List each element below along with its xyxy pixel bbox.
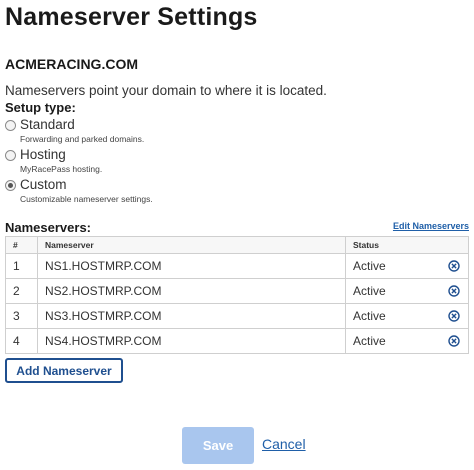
domain-name: ACMERACING.COM xyxy=(5,56,138,72)
setup-option-description: Customizable nameserver settings. xyxy=(20,194,153,204)
table-header-row: # Nameserver Status xyxy=(5,236,469,254)
nameservers-table: # Nameserver Status 1 NS1.HOSTMRP.COM Acti… xyxy=(5,236,469,354)
setup-option-description: Forwarding and parked domains. xyxy=(20,134,145,144)
page-title: Nameserver Settings xyxy=(5,3,258,31)
row-number: 2 xyxy=(5,278,38,304)
nameserver-value: NS2.HOSTMRP.COM xyxy=(37,278,346,304)
status-text: Active xyxy=(353,259,386,273)
status-text: Active xyxy=(353,309,386,323)
nameserver-value: NS1.HOSTMRP.COM xyxy=(37,253,346,279)
nameserver-value: NS4.HOSTMRP.COM xyxy=(37,328,346,354)
table-row: 4 NS4.HOSTMRP.COM Active xyxy=(5,328,469,354)
status-cell: Active xyxy=(345,278,469,304)
setup-option-label: Hosting xyxy=(20,147,66,162)
radio-standard[interactable] xyxy=(5,120,16,131)
row-number: 1 xyxy=(5,253,38,279)
table-row: 2 NS2.HOSTMRP.COM Active xyxy=(5,278,469,304)
radio-custom[interactable] xyxy=(5,180,16,191)
status-text: Active xyxy=(353,334,386,348)
setup-option-label: Custom xyxy=(20,177,67,192)
nameserver-value: NS3.HOSTMRP.COM xyxy=(37,303,346,329)
radio-hosting[interactable] xyxy=(5,150,16,161)
row-number: 3 xyxy=(5,303,38,329)
remove-icon[interactable] xyxy=(448,285,460,297)
column-header-status: Status xyxy=(345,236,469,254)
row-number: 4 xyxy=(5,328,38,354)
remove-icon[interactable] xyxy=(448,260,460,272)
column-header-number: # xyxy=(5,236,38,254)
save-button[interactable]: Save xyxy=(182,427,254,464)
edit-nameservers-link[interactable]: Edit Nameservers xyxy=(393,221,469,231)
setup-type-label: Setup type: xyxy=(5,100,76,115)
cancel-link[interactable]: Cancel xyxy=(262,436,306,452)
status-cell: Active xyxy=(345,328,469,354)
status-cell: Active xyxy=(345,303,469,329)
add-nameserver-button[interactable]: Add Nameserver xyxy=(5,358,123,383)
table-row: 1 NS1.HOSTMRP.COM Active xyxy=(5,253,469,279)
status-text: Active xyxy=(353,284,386,298)
column-header-nameserver: Nameserver xyxy=(37,236,346,254)
status-cell: Active xyxy=(345,253,469,279)
remove-icon[interactable] xyxy=(448,335,460,347)
table-row: 3 NS3.HOSTMRP.COM Active xyxy=(5,303,469,329)
remove-icon[interactable] xyxy=(448,310,460,322)
nameservers-label: Nameservers: xyxy=(5,220,92,235)
setup-option-label: Standard xyxy=(20,117,75,132)
page-description: Nameservers point your domain to where i… xyxy=(5,83,327,98)
setup-option-description: MyRacePass hosting. xyxy=(20,164,103,174)
